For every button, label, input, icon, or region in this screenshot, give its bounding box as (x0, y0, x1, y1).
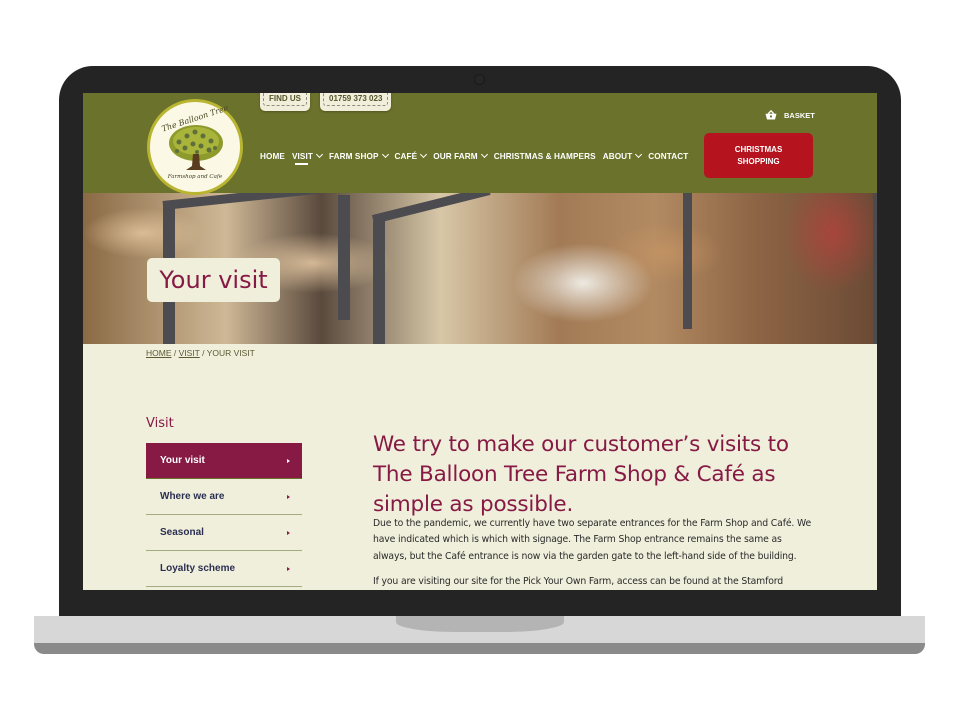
find-us-button[interactable]: FIND US (260, 93, 310, 111)
basket-icon (765, 110, 777, 120)
find-us-label: FIND US (263, 93, 307, 106)
cta-line-1: CHRISTMAS (734, 144, 783, 154)
nav-label: CHRISTMAS & HAMPERS (493, 151, 596, 161)
sidebar-item-seasonal[interactable]: Seasonal (146, 515, 302, 551)
nav-item-visit[interactable]: VISIT (291, 149, 323, 165)
nav-label: CONTACT (648, 151, 689, 161)
webcam-icon (474, 74, 485, 85)
nav-label: HOME (260, 151, 285, 161)
breadcrumb-separator: / (202, 348, 205, 358)
breadcrumb-current: YOUR VISIT (206, 348, 255, 358)
hero-image-detail (338, 195, 350, 320)
page-title: Your visit (147, 258, 280, 302)
nav-label: OUR FARM (433, 151, 478, 161)
sidebar-item-label: Seasonal (160, 527, 204, 538)
chevron-down-icon (480, 150, 488, 159)
site-logo[interactable]: The Balloon Tree Farmshop and Cafe (147, 99, 243, 195)
nav-item-christmas-hampers[interactable]: CHRISTMAS & HAMPERS (494, 149, 596, 163)
chevron-down-icon (420, 150, 428, 159)
caret-right-icon (287, 458, 290, 463)
sidebar-item-label: Where we are (160, 491, 225, 502)
nav-item-our-farm[interactable]: OUR FARM (433, 149, 488, 163)
tree-icon (169, 125, 223, 170)
hero-image-detail (683, 193, 692, 329)
nav-label: FARM SHOP (328, 151, 379, 161)
phone-number: 01759 373 023 (323, 93, 389, 106)
laptop-notch (396, 616, 564, 632)
nav-item-cafe[interactable]: CAFÉ (394, 149, 428, 163)
body-paragraph: Due to the pandemic, we currently have t… (373, 518, 812, 562)
nav-item-home[interactable]: HOME (260, 149, 285, 163)
basket-label: BASKET (784, 110, 815, 120)
chevron-down-icon (315, 150, 323, 159)
body-paragraph: If you are visiting our site for the Pic… (373, 576, 784, 587)
caret-right-icon (287, 530, 290, 535)
breadcrumb: HOME / VISIT / YOUR VISIT (146, 348, 255, 358)
main-nav: HOME VISIT FARM SHOP CAFÉ OUR FARM CHRIS… (260, 149, 695, 165)
laptop-base-bottom (34, 643, 925, 654)
sidebar-menu: Your visit Where we are Seasonal Loyalty… (146, 443, 302, 587)
chevron-down-icon (381, 150, 389, 159)
basket-link[interactable]: BASKET (765, 110, 815, 120)
nav-item-contact[interactable]: CONTACT (648, 149, 688, 163)
nav-item-farm-shop[interactable]: FARM SHOP (328, 149, 389, 163)
hero-image-detail (873, 193, 877, 344)
caret-right-icon (287, 566, 290, 571)
sidebar-item-label: Your visit (160, 455, 205, 466)
phone-button[interactable]: 01759 373 023 (320, 93, 392, 111)
logo-subtitle: Farmshop and Cafe (167, 174, 223, 180)
website-screen: FIND US 01759 373 023 HOME VISIT FARM SH… (83, 93, 877, 590)
sidebar-item-where-we-are[interactable]: Where we are (146, 479, 302, 515)
chevron-down-icon (635, 150, 643, 159)
nav-label: CAFÉ (394, 151, 418, 161)
sidebar-item-loyalty-scheme[interactable]: Loyalty scheme (146, 551, 302, 587)
breadcrumb-visit[interactable]: VISIT (179, 348, 200, 358)
christmas-shopping-button[interactable]: CHRISTMAS SHOPPING (704, 133, 813, 178)
nav-item-about[interactable]: ABOUT (602, 149, 643, 163)
cta-line-2: SHOPPING (737, 156, 780, 166)
hero-banner: Your visit (83, 193, 877, 344)
main-heading: We try to make our customer’s visits to … (373, 431, 789, 517)
sidebar-item-label: Loyalty scheme (160, 563, 236, 574)
breadcrumb-separator: / (173, 348, 177, 358)
caret-right-icon (287, 494, 290, 499)
sidebar-item-your-visit[interactable]: Your visit (146, 443, 302, 479)
breadcrumb-home[interactable]: HOME (146, 348, 172, 358)
sidebar-title: Visit (146, 416, 174, 431)
hero-image-detail (373, 221, 385, 344)
nav-label: VISIT (291, 151, 313, 161)
nav-label: ABOUT (602, 151, 633, 161)
